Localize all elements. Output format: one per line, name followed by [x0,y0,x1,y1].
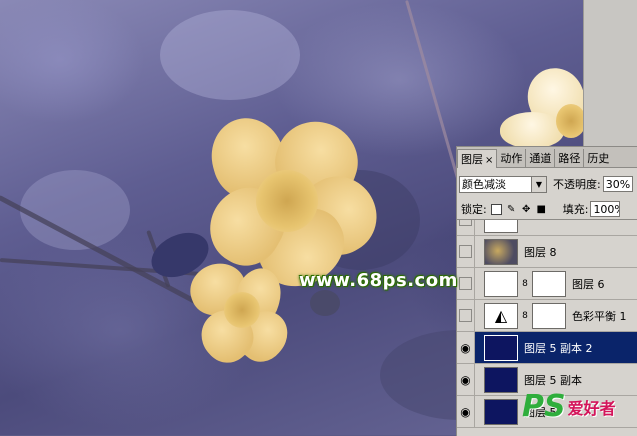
tab-label: 动作 [500,152,523,165]
tab-label: 路径 [558,152,581,165]
layer-row-selected[interactable]: ◉ 图层 5 副本 2 [457,332,637,364]
tab-paths[interactable]: 路径 [555,149,585,167]
fill-label: 填充: [562,203,589,216]
blend-row: 颜色减淡 ▼ 不透明度: 30% [459,173,637,195]
layer-name: 图层 8 [524,245,557,259]
layer-thumbnail [484,270,518,297]
fill-value: 100% [593,202,619,216]
stem [405,0,461,184]
fill-input[interactable]: 100% [590,201,621,217]
flower-center [224,292,260,328]
adjustment-thumbnail: ◭ [484,302,518,329]
layer-name: 图层 5 副本 2 [524,341,593,355]
lock-transparent-icon[interactable] [490,203,502,215]
brush-icon[interactable]: ✎ [506,204,517,215]
tab-label: 通道 [529,152,552,165]
layer-name: 图层 6 [572,277,605,291]
panel-dock-strip [583,0,637,146]
bg-foliage [160,10,300,100]
lock-icons: ✎ ✥ ■ [490,203,547,215]
site-watermark: www.68ps.com [299,270,458,291]
layer-name: 色彩平衡 1 [572,309,627,323]
layer-thumbnail [484,366,518,393]
ps-logo-text: 爱好者 [567,399,616,418]
flower-center [256,170,318,232]
close-icon[interactable]: × [485,155,493,166]
layer-row[interactable]: 8 图层 6 [457,268,637,300]
visibility-toggle[interactable]: ◉ [457,364,475,395]
opacity-label: 不透明度: [553,178,601,191]
panel-tabs: 图层 × 动作 通道 路径 历史 [457,147,637,168]
opacity-input[interactable]: 30% [602,176,633,192]
layer-mask-thumbnail [532,302,566,329]
link-icon: 8 [522,310,528,321]
eye-icon: ◉ [460,404,471,419]
layer-thumbnail [484,334,518,361]
ps-logo: PS [522,389,566,424]
visibility-toggle[interactable] [457,300,475,331]
lock-row: 锁定: ✎ ✥ ■ 填充: 100% [461,199,637,219]
blend-mode-select[interactable]: 颜色减淡 ▼ [459,175,547,193]
layer-row[interactable]: 图层 8 [457,236,637,268]
tab-actions[interactable]: 动作 [497,149,527,167]
tab-layers[interactable]: 图层 × [457,149,498,168]
layer-row[interactable] [457,220,637,236]
ps-logo-watermark: PS 爱好者 [522,392,616,422]
layer-thumbnail [484,220,518,233]
tab-history[interactable]: 历史 [584,149,612,167]
eye-icon: ◉ [460,372,471,387]
lock-icon[interactable]: ■ [536,204,547,215]
chevron-down-icon[interactable]: ▼ [531,176,546,192]
visibility-toggle[interactable] [457,268,475,299]
tab-label: 图层 [461,153,483,166]
opacity-value: 30% [605,177,631,191]
bud [310,290,340,316]
visibility-toggle[interactable]: ◉ [457,396,475,427]
blend-mode-value: 颜色减淡 [462,178,506,191]
lock-label: 锁定: [461,203,487,216]
layer-thumbnail [484,398,518,425]
eye-icon: ◉ [460,340,471,355]
flower-center [556,104,586,138]
tab-channels[interactable]: 通道 [526,149,556,167]
link-icon: 8 [522,278,528,289]
tab-label: 历史 [587,152,610,165]
visibility-toggle[interactable]: ◉ [457,332,475,363]
visibility-toggle[interactable] [457,220,475,235]
layer-name: 图层 5 副本 [524,373,582,387]
visibility-toggle[interactable] [457,236,475,267]
move-icon[interactable]: ✥ [521,204,532,215]
layer-row[interactable]: ◭ 8 色彩平衡 1 [457,300,637,332]
flower-petal [500,112,564,148]
layer-thumbnail [484,238,518,265]
layer-mask-thumbnail [532,270,566,297]
